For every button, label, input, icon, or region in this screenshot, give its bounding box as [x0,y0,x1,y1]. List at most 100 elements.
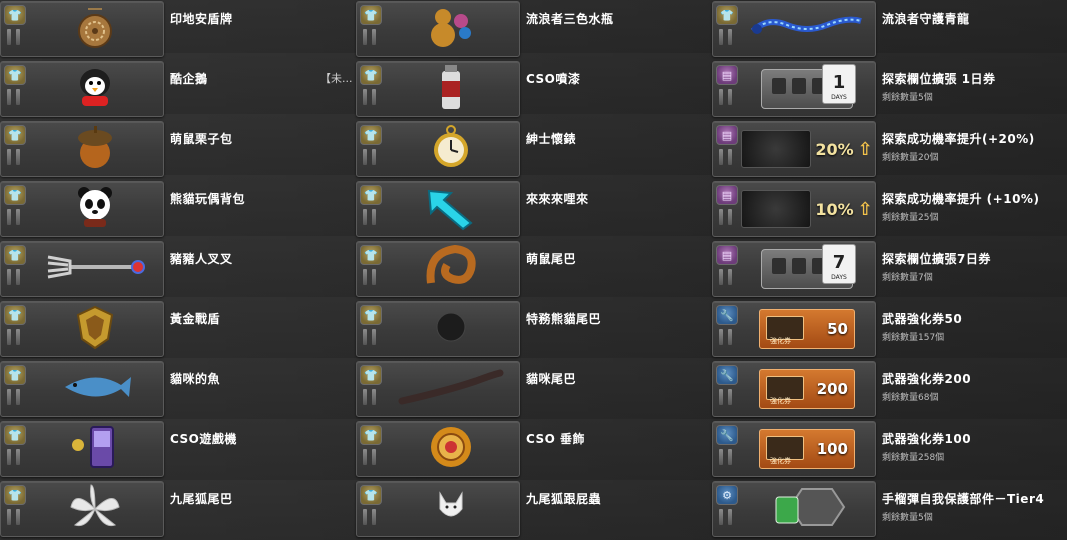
grenade-part-icon [762,483,852,535]
item-name: 來來來哩來 [526,192,589,206]
item-name: 萌鼠尾巴 [526,252,577,266]
inventory-item[interactable]: ⚙ 手榴彈自我保護部件－Tier4 剩餘數量5個 [712,480,1067,540]
squirrel-tail-icon [421,243,481,295]
item-name: CSO遊戲機 [170,432,237,446]
inventory-item[interactable]: 👕 萌鼠栗子包 [0,120,356,180]
item-image [387,305,515,353]
item-tile[interactable]: 🔧 100 強化券 [712,421,876,477]
voucher-label: 強化券 [770,457,791,465]
inventory-item[interactable]: 🔧 50 強化券 武器強化券50 剩餘數量157個 [712,300,1067,360]
item-tile[interactable]: 👕 [356,121,520,177]
inventory-item[interactable]: 👕 黃金戰盾 [0,300,356,360]
shirt-icon: 👕 [360,185,382,205]
enhance-voucher-card: 200 強化券 [759,369,855,409]
pin-icon [363,389,376,405]
inventory-item[interactable]: 👕 紳士懷錶 [356,120,712,180]
item-tile[interactable]: 👕 [356,481,520,537]
item-tile[interactable]: 👕 [356,61,520,117]
penguin-icon [70,63,120,115]
item-tile[interactable]: 👕 [0,301,164,357]
shirt-icon: 👕 [4,185,26,205]
pin-icon [719,89,732,105]
pin-icon [719,209,732,225]
item-image [387,185,515,233]
item-image: 10% ⇧ [741,185,873,233]
success-rate-card: 10% ⇧ [741,190,873,228]
item-tile[interactable]: ▤ 20% ⇧ [712,121,876,177]
shirt-icon: 👕 [4,125,26,145]
item-quantity: 剩餘數量7個 [882,273,933,283]
inventory-item[interactable]: 👕 酷企鵝 【未... [0,60,356,120]
voucher-label: 強化券 [770,397,791,405]
inventory-item[interactable]: 👕 CSO噴漆 [356,60,712,120]
inventory-item[interactable]: ▤ 20% ⇧ 探索成功機率提升(+20%) 剩餘數量20個 [712,120,1067,180]
inventory-item[interactable]: 👕 九尾狐跟屁蟲 [356,480,712,540]
shirt-icon: 👕 [4,425,26,445]
item-tile[interactable]: 👕 [356,421,520,477]
inventory-item[interactable]: 👕 流浪者守護青龍 [712,0,1067,60]
voucher-label: 強化券 [770,337,791,345]
calendar-icon: 1 DAYS [822,64,856,104]
item-tile[interactable]: 👕 [0,481,164,537]
item-name: 九尾狐跟屁蟲 [526,492,602,506]
inventory-item[interactable]: 👕 流浪者三色水瓶 [356,0,712,60]
item-image [31,425,159,473]
item-image [387,425,515,473]
item-tile[interactable]: 👕 [0,121,164,177]
item-tile[interactable]: ▤ 10% ⇧ [712,181,876,237]
shirt-icon: 👕 [360,425,382,445]
item-tile[interactable]: ▤ 1 DAYS [712,61,876,117]
pin-icon [7,329,20,345]
inventory-item[interactable]: ▤ 10% ⇧ 探索成功機率提升 (+10%) 剩餘數量25個 [712,180,1067,240]
item-image [743,5,871,53]
item-tile[interactable]: 👕 [0,241,164,297]
pin-icon [363,449,376,465]
item-image [387,65,515,113]
inventory-item[interactable]: 👕 萌鼠尾巴 [356,240,712,300]
item-tile[interactable]: 👕 [0,61,164,117]
success-rate-card: 20% ⇧ [741,130,873,168]
inventory-item[interactable]: 👕 印地安盾牌 [0,0,356,60]
inventory-item[interactable]: 👕 CSO遊戲機 [0,420,356,480]
item-tile[interactable]: ⚙ [712,481,876,537]
item-name: 特務熊貓尾巴 [526,312,602,326]
ticket-icon: ▤ [716,245,738,265]
pin-icon [719,329,732,345]
item-quantity: 剩餘數量20個 [882,153,939,163]
fish-icon [55,363,135,415]
inventory-item[interactable]: 👕 貓咪尾巴 [356,360,712,420]
item-name: CSO噴漆 [526,72,581,86]
pin-icon [7,149,20,165]
inventory-item[interactable]: ▤ 7 DAYS 探索欄位擴張7日券 剩餘數量7個 [712,240,1067,300]
item-tile[interactable]: 👕 [0,421,164,477]
inventory-item[interactable]: 🔧 100 強化券 武器強化券100 剩餘數量258個 [712,420,1067,480]
item-tile[interactable]: 👕 [356,301,520,357]
inventory-item[interactable]: 👕 豬豬人叉叉 [0,240,356,300]
item-tile[interactable]: 👕 [356,361,520,417]
inventory-item[interactable]: ▤ 1 DAYS 探索欄位擴張 1日券 剩餘數量5個 [712,60,1067,120]
inventory-item[interactable]: 👕 特務熊貓尾巴 [356,300,712,360]
item-tile[interactable]: 🔧 50 強化券 [712,301,876,357]
item-tile[interactable]: 👕 [0,361,164,417]
inventory-item[interactable]: 👕 貓咪的魚 [0,360,356,420]
item-name: 黃金戰盾 [170,312,221,326]
inventory-item[interactable]: 👕 CSO 垂飾 [356,420,712,480]
item-image [31,245,159,293]
item-tile[interactable]: 👕 [356,1,520,57]
inventory-item[interactable]: 👕 熊貓玩偶背包 [0,180,356,240]
item-tile[interactable]: 👕 [0,1,164,57]
shirt-icon: 👕 [360,245,382,265]
inventory-item[interactable]: 🔧 200 強化券 武器強化券200 剩餘數量68個 [712,360,1067,420]
item-name: 流浪者三色水瓶 [526,12,614,26]
item-tile[interactable]: 👕 [356,181,520,237]
item-tile[interactable]: 🔧 200 強化券 [712,361,876,417]
shirt-icon: 👕 [360,365,382,385]
item-tile[interactable]: 👕 [0,181,164,237]
inventory-item[interactable]: 👕 九尾狐尾巴 [0,480,356,540]
item-tile[interactable]: 👕 [712,1,876,57]
shirt-icon: 👕 [360,5,382,25]
inventory-item[interactable]: 👕 來來來哩來 [356,180,712,240]
item-tile[interactable]: 👕 [356,241,520,297]
item-tile[interactable]: ▤ 7 DAYS [712,241,876,297]
pin-icon [363,89,376,105]
